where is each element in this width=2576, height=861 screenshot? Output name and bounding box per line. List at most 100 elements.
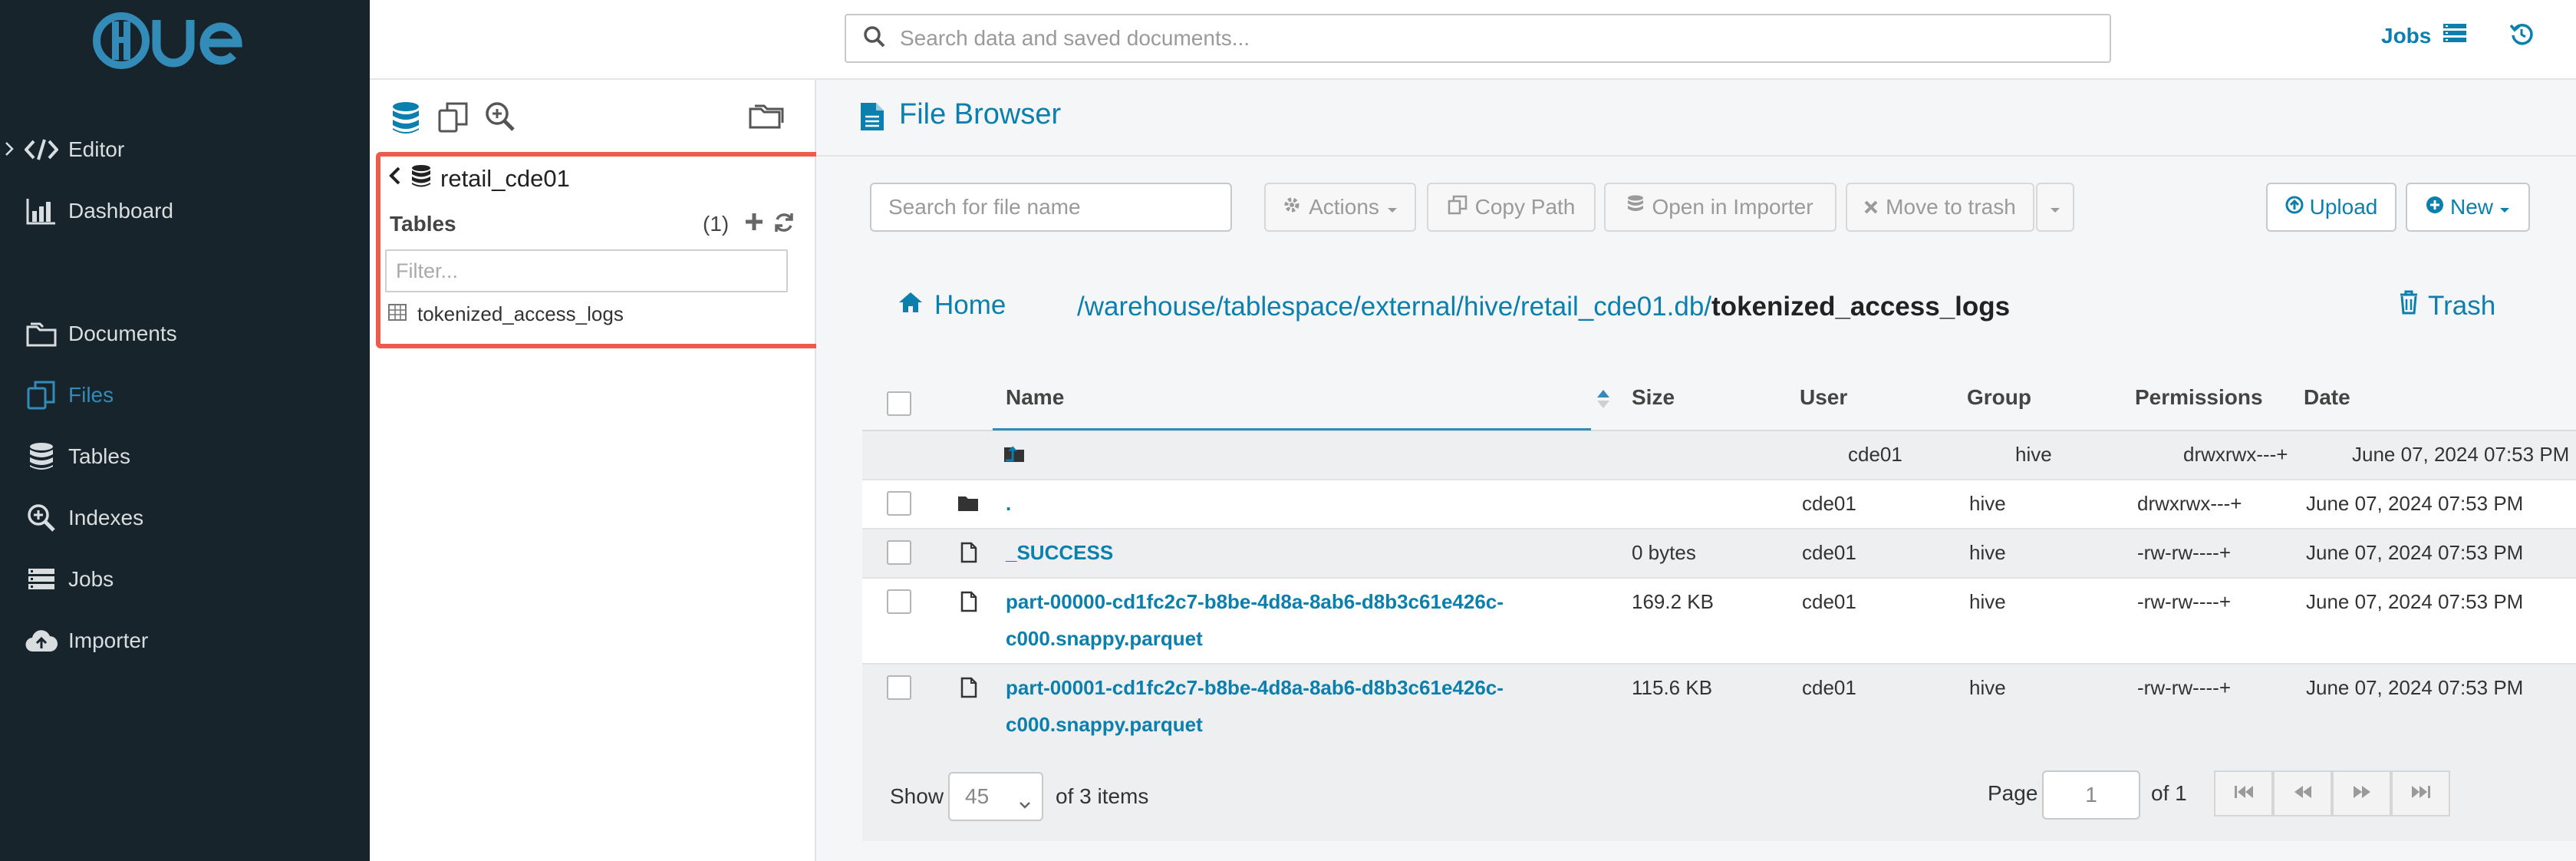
nav-item-tables[interactable]: Tables xyxy=(0,430,370,483)
table-row[interactable]: . cde01 hive drwxrwx---+ June 07, 2024 0… xyxy=(862,480,2576,529)
move-trash-label: Move to trash xyxy=(1886,195,2016,219)
page-size-value: 45 xyxy=(965,784,990,808)
nav-item-files[interactable]: Files xyxy=(0,368,370,422)
breadcrumb-retail-db[interactable]: retail_cde01.db xyxy=(1520,292,1704,322)
next-page-button[interactable] xyxy=(2332,770,2391,816)
path-separator: / xyxy=(1704,292,1712,322)
new-button[interactable]: New xyxy=(2406,183,2530,232)
nav-label: Dashboard xyxy=(68,199,173,223)
trash-options-dropdown[interactable] xyxy=(2036,183,2074,232)
file-group: hive xyxy=(1969,492,2006,515)
nav-item-jobs[interactable]: Jobs xyxy=(0,553,370,606)
row-checkbox[interactable] xyxy=(887,491,911,516)
jobs-button[interactable]: Jobs xyxy=(2381,23,2467,48)
search-plus-icon[interactable] xyxy=(485,101,516,136)
file-user: cde01 xyxy=(1802,676,1856,699)
path-separator: / xyxy=(1215,292,1224,322)
database-icon[interactable] xyxy=(391,101,420,139)
file-user: cde01 xyxy=(1848,443,1902,466)
upload-button[interactable]: Upload xyxy=(2266,183,2396,232)
nav-item-editor[interactable]: Editor xyxy=(0,123,370,176)
column-header-user[interactable]: User xyxy=(1800,385,1847,410)
breadcrumb-hive[interactable]: hive xyxy=(1464,292,1513,322)
show-label: Show xyxy=(890,784,944,808)
file-date: June 07, 2024 07:53 PM xyxy=(2352,443,2570,466)
first-page-button[interactable] xyxy=(2214,770,2273,816)
trash-link[interactable]: Trash xyxy=(2399,290,2495,322)
breadcrumb-external[interactable]: external xyxy=(1361,292,1457,322)
home-link[interactable]: Home xyxy=(898,290,1006,321)
jobs-list-icon xyxy=(2443,23,2467,48)
path-separator: / xyxy=(1456,292,1464,322)
table-row[interactable]: ⮥ cde01 hive drwxrwx---+ June 07, 2024 0… xyxy=(862,431,2576,480)
file-name-link[interactable]: ⮥ xyxy=(1006,443,1017,467)
chevron-right-icon xyxy=(5,140,14,162)
nav-item-dashboard[interactable]: Dashboard xyxy=(0,184,370,238)
file-name-link[interactable]: part-00001-cd1fc2c7-b8be-4d8a-8ab6-d8b3c… xyxy=(1006,676,1504,700)
table-row[interactable]: part-00000-cd1fc2c7-b8be-4d8a-8ab6-d8b3c… xyxy=(862,579,2576,665)
move-to-trash-button[interactable]: Move to trash xyxy=(1846,183,2034,232)
open-importer-label: Open in Importer xyxy=(1652,195,1813,219)
column-header-size[interactable]: Size xyxy=(1632,385,1675,410)
cloud-upload-icon xyxy=(25,626,58,655)
file-name-link[interactable]: . xyxy=(1006,492,1011,516)
global-search-box[interactable] xyxy=(845,14,2111,63)
file-group: hive xyxy=(2015,443,2052,466)
file-group: hive xyxy=(1969,541,2006,564)
column-header-permissions[interactable]: Permissions xyxy=(2135,385,2263,410)
breadcrumb-tablespace[interactable]: tablespace xyxy=(1224,292,1353,322)
actions-button[interactable]: Actions xyxy=(1264,183,1416,232)
path-breadcrumb: /warehouse/tablespace/external/hive/reta… xyxy=(1077,292,2010,322)
nav-label: Documents xyxy=(68,322,177,345)
nav-item-indexes[interactable]: Indexes xyxy=(0,491,370,545)
previous-page-button[interactable] xyxy=(2273,770,2332,816)
file-user: cde01 xyxy=(1802,541,1856,564)
file-size: 115.6 KB xyxy=(1632,676,1713,699)
row-checkbox[interactable] xyxy=(887,540,911,565)
copy-path-button[interactable]: Copy Path xyxy=(1427,183,1596,232)
nav-label: Jobs xyxy=(68,567,114,591)
file-permissions: -rw-rw----+ xyxy=(2137,676,2232,699)
nav-item-importer[interactable]: Importer xyxy=(0,614,370,668)
history-icon[interactable] xyxy=(2509,21,2533,50)
table-row[interactable]: part-00001-cd1fc2c7-b8be-4d8a-8ab6-d8b3c… xyxy=(862,665,2576,750)
column-header-group[interactable]: Group xyxy=(1967,385,2031,410)
file-search-input[interactable] xyxy=(870,183,1232,232)
file-browser-main: Actions Copy Path Open in Importer Move … xyxy=(816,157,2576,861)
row-checkbox[interactable] xyxy=(887,675,911,700)
sort-ascending-icon[interactable] xyxy=(1596,388,1611,414)
table-row[interactable]: _SUCCESS 0 bytes cde01 hive -rw-rw----+ … xyxy=(862,529,2576,579)
last-page-button[interactable] xyxy=(2391,770,2450,816)
select-all-checkbox[interactable] xyxy=(887,391,911,416)
file-group: hive xyxy=(1969,676,2006,699)
chevron-down-icon xyxy=(1019,790,1031,815)
highlight-annotation-box xyxy=(376,152,838,348)
nav-item-documents[interactable]: Documents xyxy=(0,307,370,361)
nav-label: Importer xyxy=(68,628,149,652)
trash-label: Trash xyxy=(2428,290,2496,321)
open-folder-icon[interactable] xyxy=(749,101,784,134)
global-search-input[interactable] xyxy=(900,26,2051,51)
hue-logo[interactable] xyxy=(89,8,273,74)
row-checkbox[interactable] xyxy=(887,589,911,614)
open-in-importer-button[interactable]: Open in Importer xyxy=(1604,183,1836,232)
path-separator: / xyxy=(1353,292,1361,322)
upload-circle-icon xyxy=(2285,195,2304,219)
file-name-link[interactable]: _SUCCESS xyxy=(1006,541,1113,565)
column-header-date[interactable]: Date xyxy=(2304,385,2350,410)
page-size-select[interactable]: 45 xyxy=(948,772,1043,821)
database-icon xyxy=(1627,195,1644,220)
backward-icon xyxy=(2293,784,2313,803)
file-name-link[interactable]: part-00000-cd1fc2c7-b8be-4d8a-8ab6-d8b3c… xyxy=(1006,590,1504,614)
page-header: File Browser xyxy=(816,80,2576,157)
gear-icon xyxy=(1283,195,1301,219)
documents-copy-icon[interactable] xyxy=(437,101,469,137)
folder-icon xyxy=(957,494,979,516)
page-number-input[interactable] xyxy=(2042,770,2140,820)
file-text-icon xyxy=(859,101,885,136)
file-name-link-continued[interactable]: c000.snappy.parquet xyxy=(1006,713,1203,737)
top-bar: Jobs xyxy=(370,0,2576,80)
column-header-name[interactable]: Name xyxy=(1006,385,1064,410)
file-name-link-continued[interactable]: c000.snappy.parquet xyxy=(1006,627,1203,651)
breadcrumb-warehouse[interactable]: warehouse xyxy=(1085,292,1216,322)
